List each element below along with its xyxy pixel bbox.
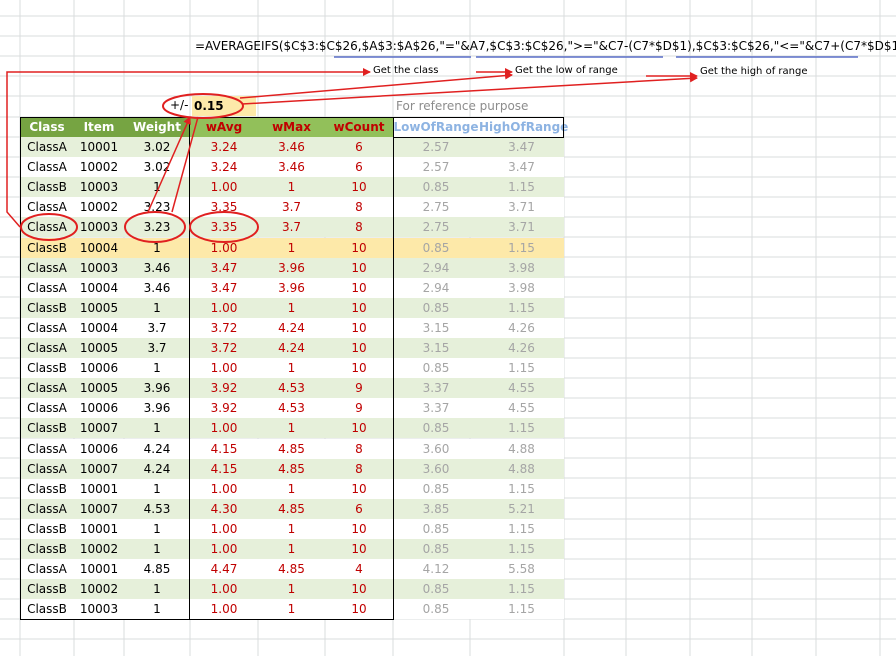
cell-high-of-range[interactable]: 1.15 xyxy=(479,298,564,318)
border-reference-header xyxy=(393,117,564,138)
arrow-tolerance-low xyxy=(239,71,513,99)
cell-low-of-range[interactable]: 3.60 xyxy=(393,459,479,479)
annotation-get-class: Get the class xyxy=(373,65,439,76)
cell-high-of-range[interactable]: 4.55 xyxy=(479,378,564,398)
cell-low-of-range[interactable]: 3.15 xyxy=(393,338,479,358)
tolerance-value-cell[interactable]: 0.15 xyxy=(192,96,256,116)
annotation-get-high: Get the high of range xyxy=(700,66,808,77)
border-middle-block xyxy=(189,117,394,621)
cell-low-of-range[interactable]: 2.75 xyxy=(393,217,479,237)
cell-low-of-range[interactable]: 0.85 xyxy=(393,238,479,258)
cell-low-of-range[interactable]: 0.85 xyxy=(393,579,479,599)
cell-low-of-range[interactable]: 2.94 xyxy=(393,278,479,298)
cell-high-of-range[interactable]: 1.15 xyxy=(479,599,564,619)
tolerance-label: +/- xyxy=(170,98,189,112)
cell-high-of-range[interactable]: 3.71 xyxy=(479,217,564,237)
cell-low-of-range[interactable]: 2.94 xyxy=(393,258,479,278)
border-left-block xyxy=(20,117,190,621)
cell-low-of-range[interactable]: 4.12 xyxy=(393,559,479,579)
cell-low-of-range[interactable]: 0.85 xyxy=(393,519,479,539)
cell-high-of-range[interactable]: 3.47 xyxy=(479,137,564,157)
cell-high-of-range[interactable]: 1.15 xyxy=(479,177,564,197)
cell-low-of-range[interactable]: 3.37 xyxy=(393,398,479,418)
cell-high-of-range[interactable]: 4.88 xyxy=(479,459,564,479)
cell-low-of-range[interactable]: 0.85 xyxy=(393,599,479,619)
cell-high-of-range[interactable]: 4.26 xyxy=(479,318,564,338)
cell-high-of-range[interactable]: 1.15 xyxy=(479,238,564,258)
cell-high-of-range[interactable]: 1.15 xyxy=(479,539,564,559)
cell-high-of-range[interactable]: 1.15 xyxy=(479,519,564,539)
cell-low-of-range[interactable]: 0.85 xyxy=(393,298,479,318)
cell-low-of-range[interactable]: 0.85 xyxy=(393,358,479,378)
cell-high-of-range[interactable]: 4.88 xyxy=(479,439,564,459)
cell-low-of-range[interactable]: 2.75 xyxy=(393,197,479,217)
cell-low-of-range[interactable]: 0.85 xyxy=(393,479,479,499)
cell-high-of-range[interactable]: 3.71 xyxy=(479,197,564,217)
cell-low-of-range[interactable]: 2.57 xyxy=(393,137,479,157)
formula-text: =AVERAGEIFS($C$3:$C$26,$A$3:$A$26,"="&A7… xyxy=(195,39,896,53)
cell-high-of-range[interactable]: 3.98 xyxy=(479,258,564,278)
cell-high-of-range[interactable]: 4.55 xyxy=(479,398,564,418)
cell-low-of-range[interactable]: 2.57 xyxy=(393,157,479,177)
cell-high-of-range[interactable]: 1.15 xyxy=(479,479,564,499)
cell-high-of-range[interactable]: 3.98 xyxy=(479,278,564,298)
cell-high-of-range[interactable]: 1.15 xyxy=(479,358,564,378)
cell-low-of-range[interactable]: 0.85 xyxy=(393,418,479,438)
cell-high-of-range[interactable]: 1.15 xyxy=(479,579,564,599)
reference-note: For reference purpose xyxy=(396,99,529,113)
cell-high-of-range[interactable]: 1.15 xyxy=(479,418,564,438)
cell-low-of-range[interactable]: 3.15 xyxy=(393,318,479,338)
cell-low-of-range[interactable]: 3.85 xyxy=(393,499,479,519)
cell-high-of-range[interactable]: 3.47 xyxy=(479,157,564,177)
cell-low-of-range[interactable]: 3.60 xyxy=(393,439,479,459)
cell-high-of-range[interactable]: 5.58 xyxy=(479,559,564,579)
cell-low-of-range[interactable]: 0.85 xyxy=(393,539,479,559)
cell-high-of-range[interactable]: 5.21 xyxy=(479,499,564,519)
cell-low-of-range[interactable]: 3.37 xyxy=(393,378,479,398)
cell-low-of-range[interactable]: 0.85 xyxy=(393,177,479,197)
annotation-get-low: Get the low of range xyxy=(515,65,618,76)
cell-high-of-range[interactable]: 4.26 xyxy=(479,338,564,358)
